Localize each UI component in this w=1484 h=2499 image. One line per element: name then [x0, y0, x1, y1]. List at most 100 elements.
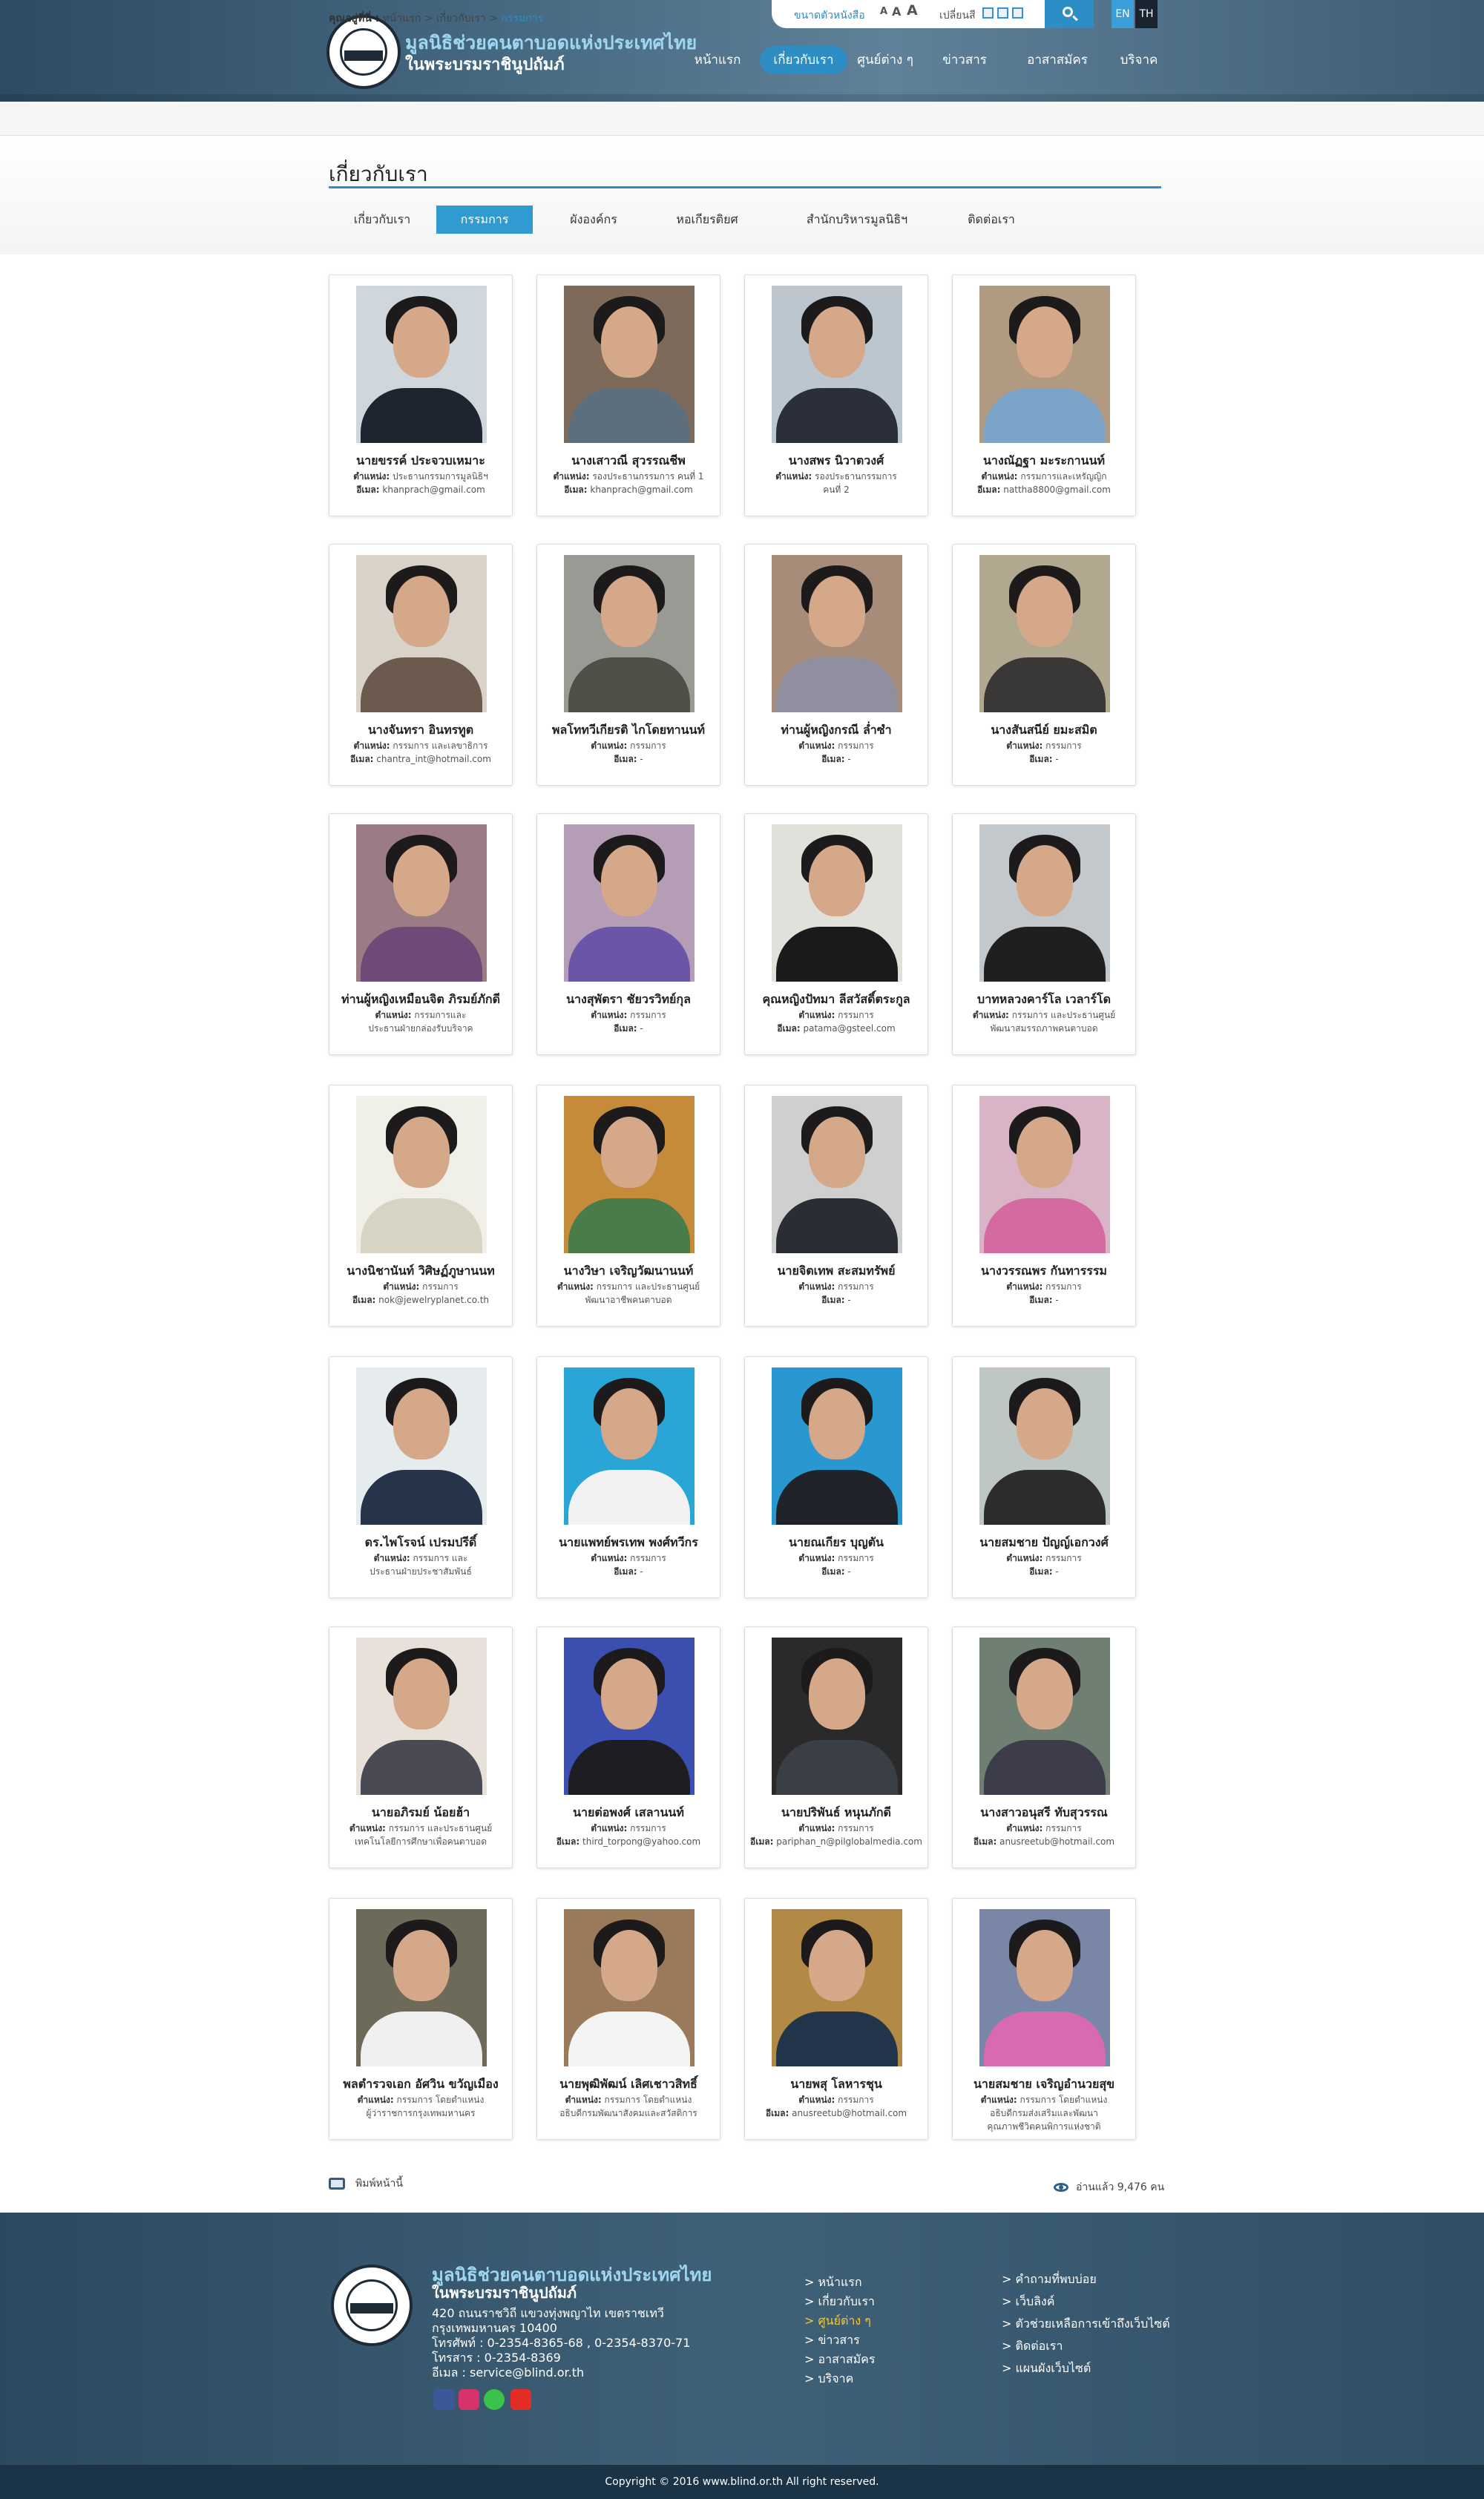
member-photo [772, 1638, 902, 1795]
member-name: นายแพทย์พรเทพ พงศ์ทวีกร [559, 1535, 698, 1549]
instagram-icon[interactable] [459, 2389, 479, 2410]
member-detail: ตำแหน่ง: กรรมการ [953, 1280, 1135, 1294]
member-name: พลตำรวจเอก อัศวิน ขวัญเมือง [343, 2077, 499, 2091]
facebook-icon[interactable] [433, 2389, 454, 2410]
tab-about[interactable]: เกี่ยวกับเรา [341, 206, 423, 234]
detail-value: กรรมการ [630, 1553, 666, 1563]
member-photo [772, 286, 902, 443]
member-name: นางสพร นิวาตวงศ์ [788, 453, 884, 467]
member-card: นางวรรณพร กันทารรรม ตำแหน่ง: กรรมการ อีเมล… [952, 1085, 1136, 1327]
nav-news[interactable]: ข่าวสาร [936, 46, 993, 74]
footer-link-accessibility[interactable]: > ตัวช่วยเหลือการเข้าถึงเว็บไซต์ [1002, 2315, 1170, 2334]
font-size-medium-button[interactable]: A [892, 4, 901, 19]
photo-body [776, 388, 898, 443]
detail-value[interactable]: - [640, 1023, 643, 1034]
photo-head [809, 306, 865, 378]
photo-head [809, 1930, 865, 2001]
photo-body [776, 1470, 898, 1525]
font-size-large-button[interactable]: A [907, 2, 918, 19]
breadcrumb-path[interactable]: หน้าแรก > เกี่ยวกับเรา > [383, 13, 498, 24]
nav-donate[interactable]: บริจาค [1114, 46, 1163, 74]
detail-value[interactable]: nattha8800@gmail.com [1003, 485, 1111, 495]
photo-head [393, 306, 450, 378]
member-detail: ผู้ว่าราชการกรุงเทพมหานคร [329, 2106, 512, 2121]
member-detail: อีเมล: - [537, 1022, 720, 1036]
footer-link-weblinks[interactable]: > เว็บลิงค์ [1002, 2293, 1054, 2311]
print-page-link[interactable]: พิมพ์หน้านี้ [329, 2175, 403, 2192]
footer-link-about[interactable]: > เกี่ยวกับเรา [804, 2293, 875, 2311]
member-photo [772, 1096, 902, 1253]
search-button[interactable] [1045, 0, 1094, 28]
member-detail: อีเมล: patama@gsteel.com [745, 1022, 928, 1036]
detail-value[interactable]: nok@jewelryplanet.co.th [378, 1295, 489, 1305]
tab-hall-of-fame[interactable]: หอเกียรติยศ [660, 206, 754, 234]
member-card: นางสพร นิวาตวงศ์ตำแหน่ง: รองประธานกรรมกา… [744, 275, 928, 516]
detail-label: ตำแหน่ง: [353, 740, 390, 751]
detail-value[interactable]: - [640, 754, 643, 764]
footer-link-centers[interactable]: > ศูนย์ต่าง ๆ [804, 2312, 871, 2331]
color-scheme-2-button[interactable] [997, 7, 1008, 19]
footer-email[interactable]: อีเมล : service@blind.or.th [432, 2364, 584, 2383]
detail-value[interactable]: anusreetub@hotmail.com [792, 2108, 907, 2118]
tab-org-chart[interactable]: ผังองค์กร [549, 206, 638, 234]
member-card: นางวิษา เจริญวัฒนานนท์ ตำแหน่ง: กรรมการ แ… [536, 1085, 720, 1327]
color-scheme-1-button[interactable] [982, 7, 994, 19]
detail-value[interactable]: third_torpong@yahoo.com [582, 1836, 700, 1847]
detail-value[interactable]: - [847, 1295, 850, 1305]
member-detail: อีเมล: - [953, 1293, 1135, 1307]
detail-label: ตำแหน่ง: [798, 1010, 835, 1020]
member-name: นายพสุ โลหารชุน [790, 2077, 882, 2091]
member-card: พลโททวีเกียรติ ไกโดยทานนท์ ตำแหน่ง: กรรมก… [536, 544, 720, 786]
member-card: นายปริพันธ์ หนุนภักดี ตำแหน่ง: กรรมการ อีเ… [744, 1626, 928, 1868]
lang-th-button[interactable]: TH [1135, 0, 1158, 28]
detail-value[interactable]: khanprach@gmail.com [590, 485, 692, 495]
nav-volunteer[interactable]: อาสาสมัคร [1024, 46, 1091, 74]
member-detail: ประธานฝ่ายกล่องรับบริจาค [329, 1022, 512, 1036]
nav-about[interactable]: เกี่ยวกับเรา [760, 46, 847, 74]
lang-en-button[interactable]: EN [1112, 0, 1134, 28]
font-size-small-button[interactable]: A [880, 6, 887, 17]
member-photo [356, 1096, 487, 1253]
nav-home[interactable]: หน้าแรก [690, 46, 745, 74]
detail-label: อีเมล: [564, 485, 588, 495]
footer-link-home[interactable]: > หน้าแรก [804, 2273, 862, 2292]
tab-foundation-office[interactable]: สำนักบริหารมูลนิธิฯ [794, 206, 920, 234]
footer-link-faq[interactable]: > คำถามที่พบบ่อย [1002, 2270, 1097, 2289]
tab-contact[interactable]: ติดต่อเรา [953, 206, 1030, 234]
member-name: นางสันสนีย์ ยมะสมิต [991, 723, 1097, 737]
detail-value[interactable]: anusreetub@hotmail.com [999, 1836, 1114, 1847]
member-photo [564, 286, 695, 443]
detail-value[interactable]: - [1055, 1295, 1058, 1305]
footer-link-news[interactable]: > ข่าวสาร [804, 2331, 860, 2350]
footer-link-donate[interactable]: > บริจาค [804, 2370, 853, 2388]
photo-body [776, 1740, 898, 1795]
photo-body [984, 1740, 1106, 1795]
member-name: นางสุพัตรา ชัยวรวิทย์กุล [566, 992, 691, 1006]
photo-head [601, 1388, 657, 1459]
footer-link-volunteer[interactable]: > อาสาสมัคร [804, 2351, 875, 2369]
detail-value[interactable]: - [640, 1566, 643, 1577]
member-detail: อีเมล: khanprach@gmail.com [329, 483, 512, 497]
detail-value[interactable]: chantra_int@hotmail.com [376, 754, 491, 764]
member-card: บาทหลวงคาร์โล เวลาร์โด ตำแหน่ง: กรรมการ แ… [952, 813, 1136, 1055]
line-icon[interactable] [484, 2389, 505, 2410]
detail-value[interactable]: patama@gsteel.com [804, 1023, 896, 1034]
tab-committee[interactable]: กรรมการ [436, 206, 533, 234]
member-detail: อีเมล: - [953, 1565, 1135, 1579]
detail-label: อีเมล: [352, 1295, 376, 1305]
footer-link-sitemap[interactable]: > แผนผังเว็บไซต์ [1002, 2360, 1091, 2378]
detail-value[interactable]: - [847, 1566, 850, 1577]
detail-value: กรรมการ [422, 1281, 459, 1292]
detail-value[interactable]: - [847, 754, 850, 764]
nav-centers[interactable]: ศูนย์ต่าง ๆ [852, 46, 919, 74]
footer-link-contact[interactable]: > ติดต่อเรา [1002, 2337, 1063, 2356]
member-detail: ตำแหน่ง: รองประธานกรรมการ [745, 470, 928, 484]
detail-label: ตำแหน่ง: [1006, 1823, 1043, 1833]
youtube-icon[interactable] [510, 2389, 531, 2410]
detail-value[interactable]: - [1055, 1566, 1058, 1577]
member-detail: ตำแหน่ง: กรรมการ และเลขาธิการ [329, 739, 512, 753]
color-scheme-3-button[interactable] [1012, 7, 1023, 19]
detail-value[interactable]: - [1055, 754, 1058, 764]
detail-value[interactable]: khanprach@gmail.com [382, 485, 485, 495]
detail-value[interactable]: pariphan_n@pilglobalmedia.com [776, 1836, 922, 1847]
